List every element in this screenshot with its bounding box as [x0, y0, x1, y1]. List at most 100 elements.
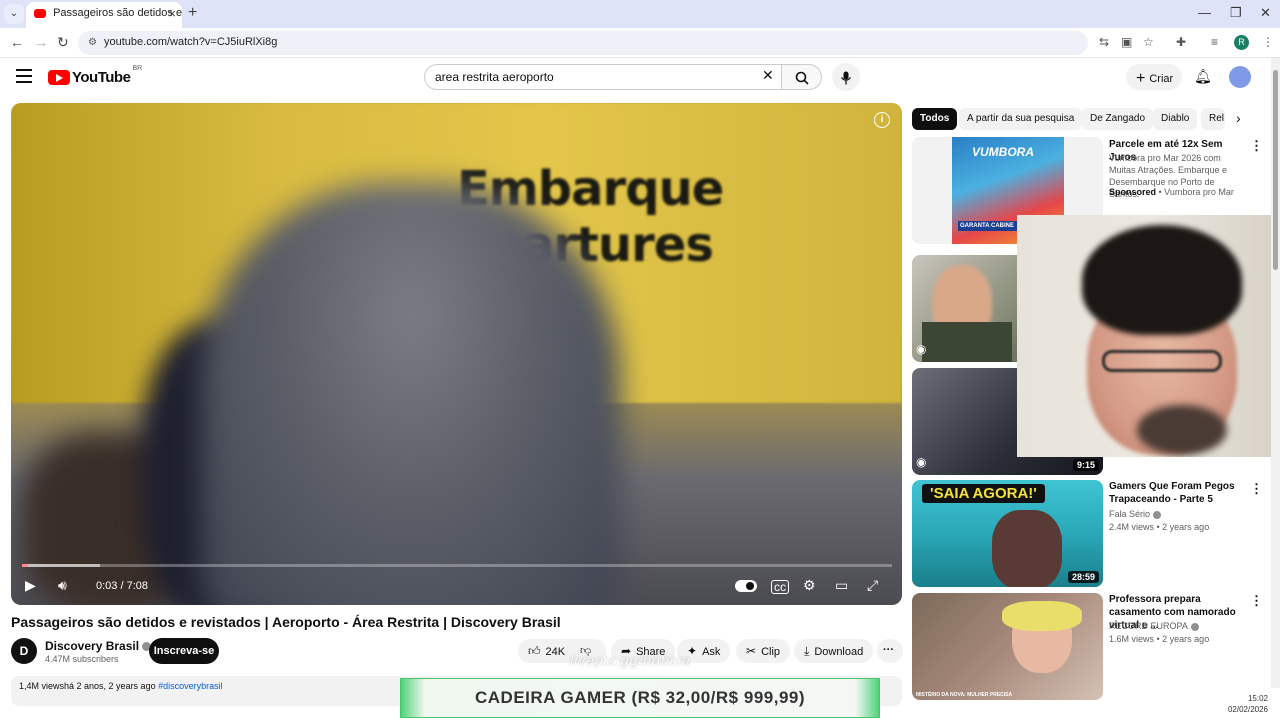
microphone-icon: [840, 71, 852, 85]
new-tab-icon[interactable]: +: [188, 4, 197, 22]
browser-tabbar: ⌄ Passageiros são detidos e revist × + —…: [0, 0, 1280, 28]
video-title: Passageiros são detidos e revistados | A…: [11, 614, 561, 630]
tab-close-icon[interactable]: ×: [168, 6, 176, 21]
scissors-icon: ✂: [746, 644, 757, 658]
subscriber-count: 4.47M subscribers: [45, 654, 119, 664]
reload-icon[interactable]: ↻: [57, 34, 69, 51]
restore-icon[interactable]: ❐: [1230, 5, 1242, 21]
browser-menu-icon[interactable]: ⋮: [1262, 35, 1274, 49]
channel-watermark-icon: ◉: [916, 342, 927, 356]
extensions-icon[interactable]: ✚: [1176, 35, 1186, 49]
chip-diablo[interactable]: Diablo: [1153, 108, 1198, 130]
channel-name-text: Fala Sério: [1109, 509, 1151, 519]
window-close-icon[interactable]: ✕: [1260, 5, 1271, 21]
info-icon[interactable]: i: [874, 112, 890, 128]
autoplay-toggle[interactable]: [735, 580, 757, 592]
country-code: BR: [132, 65, 143, 72]
youtube-logo[interactable]: YouTubeBR: [48, 65, 142, 87]
browser-toolbar: ← → ↻ youtube.com/watch?v=CJ5iuRlXi8g ⚙ …: [0, 28, 1280, 58]
stream-banner: CADEIRA GAMER (R$ 32,00/R$ 999,99): [400, 678, 880, 718]
fullscreen-icon[interactable]: ⤢: [867, 577, 878, 594]
description-stats: 1,4M viewshá 2 anos, 2 years ago: [19, 681, 156, 691]
chip-de-zangado[interactable]: De Zangado: [1082, 108, 1154, 130]
captions-icon[interactable]: cc: [771, 580, 789, 594]
bookmark-star-icon[interactable]: ☆: [1143, 35, 1154, 49]
like-count: 24K: [545, 646, 566, 658]
address-bar[interactable]: youtube.com/watch?v=CJ5iuRlXi8g: [78, 31, 1088, 55]
stream-watermark: livepix.gg/noticia: [570, 652, 691, 668]
clip-button[interactable]: ✂ Clip: [736, 639, 791, 663]
chip-from-search[interactable]: A partir da sua pesquisa: [959, 108, 1083, 130]
progress-bar[interactable]: [22, 564, 892, 567]
thumbnail-figure: [922, 322, 1012, 362]
thumbs-up-icon: 👍︎: [528, 644, 541, 658]
reading-list-icon[interactable]: ≡: [1211, 35, 1218, 49]
chip-all[interactable]: Todos: [912, 108, 958, 130]
sidebar-thumbnail[interactable]: 'SAIA AGORA!' 28:59: [912, 480, 1103, 587]
search-icon: [795, 71, 809, 85]
minimize-icon[interactable]: —: [1198, 5, 1211, 20]
clock-date: 02/02/2026: [1227, 705, 1268, 714]
channel-name-text: RECORD EUROPA: [1109, 621, 1188, 631]
notifications-bell-icon[interactable]: 🔔︎: [1194, 68, 1212, 85]
player-controls: ▶ 🔊︎ 0:03 / 7:08 cc ⚙ ▭ ⤢: [11, 573, 902, 603]
webcam-hair: [1082, 225, 1242, 335]
clear-search-icon[interactable]: ✕: [762, 67, 774, 84]
settings-gear-icon[interactable]: ⚙: [803, 577, 816, 594]
search-input[interactable]: area restrita aeroporto: [424, 64, 782, 90]
chevron-right-icon[interactable]: ›: [1236, 110, 1241, 126]
tab-list-chevron-icon[interactable]: ⌄: [4, 4, 24, 24]
plus-icon: +: [1136, 70, 1146, 87]
download-icon: ⤓: [804, 644, 810, 658]
description-hashtag[interactable]: #discoverybrasil: [158, 681, 223, 691]
search-button[interactable]: [782, 64, 822, 90]
create-label: Criar: [1149, 72, 1174, 85]
thumbnail-caption: MISTÉRIO DA NOVA: MULHER PRECISA: [916, 692, 1013, 698]
volume-icon[interactable]: 🔊︎: [58, 577, 67, 594]
scrollbar-thumb[interactable]: [1273, 70, 1278, 270]
site-info-icon[interactable]: ⚙: [88, 37, 97, 48]
clip-label: Clip: [761, 646, 781, 658]
sidebar-item-title[interactable]: Gamers Que Foram Pegos Trapaceando - Par…: [1109, 480, 1244, 506]
youtube-favicon-icon: [34, 8, 46, 18]
account-avatar[interactable]: [1229, 66, 1251, 88]
sidebar-item-channel: Fala Sério: [1109, 509, 1162, 519]
more-vert-icon[interactable]: ⋮: [1250, 481, 1263, 497]
page-scrollbar[interactable]: [1271, 58, 1280, 688]
sidebar-thumbnail[interactable]: MISTÉRIO DA NOVA: MULHER PRECISA: [912, 593, 1103, 700]
more-actions-icon[interactable]: ···: [877, 639, 903, 663]
download-button[interactable]: ⤓ Download: [794, 639, 874, 663]
video-frame-figure: [201, 183, 621, 605]
profile-avatar[interactable]: R: [1234, 35, 1249, 50]
menu-icon[interactable]: [16, 69, 32, 83]
install-icon[interactable]: ▣: [1121, 35, 1132, 49]
channel-name[interactable]: Discovery Brasil: [45, 639, 152, 653]
sponsored-label: Sponsored: [1109, 187, 1157, 197]
verified-icon: [1190, 622, 1199, 631]
forward-icon[interactable]: →: [34, 34, 48, 50]
more-vert-icon[interactable]: ⋮: [1250, 593, 1263, 609]
taskbar-clock: 15:02 02/02/2026: [1228, 693, 1268, 715]
play-icon[interactable]: ▶: [25, 577, 36, 594]
voice-search-button[interactable]: [832, 63, 860, 91]
back-icon[interactable]: ←: [10, 34, 24, 50]
sidebar-item-meta: 2.4M views • 2 years ago: [1109, 522, 1210, 532]
duration-badge: 9:15: [1072, 459, 1099, 471]
theater-mode-icon[interactable]: ▭: [835, 577, 848, 594]
chip-related[interactable]: Rel: [1201, 108, 1225, 130]
translate-icon[interactable]: ⇆: [1099, 35, 1109, 49]
sidebar-ad-meta: Sponsored • Vumbora pro Mar: [1109, 187, 1234, 197]
more-vert-icon[interactable]: ⋮: [1250, 138, 1263, 154]
browser-tab[interactable]: Passageiros são detidos e revist ×: [26, 2, 182, 28]
download-label: Download: [814, 646, 864, 658]
subscribe-button[interactable]: Inscreva-se: [149, 638, 219, 664]
channel-name-text: Discovery Brasil: [45, 639, 140, 653]
channel-avatar[interactable]: D: [11, 638, 37, 664]
tab-title: Passageiros são detidos e revist: [53, 7, 182, 20]
video-player[interactable]: Embarque epartures i ▶ 🔊︎ 0:03 / 7:08 cc…: [11, 103, 902, 605]
url-text: youtube.com/watch?v=CJ5iuRlXi8g: [104, 36, 278, 48]
ask-label: Ask: [702, 646, 721, 658]
create-button[interactable]: + Criar: [1126, 64, 1182, 90]
webcam-overlay: [1017, 215, 1272, 457]
youtube-header: YouTubeBR area restrita aeroporto ✕ + Cri…: [0, 58, 1270, 98]
